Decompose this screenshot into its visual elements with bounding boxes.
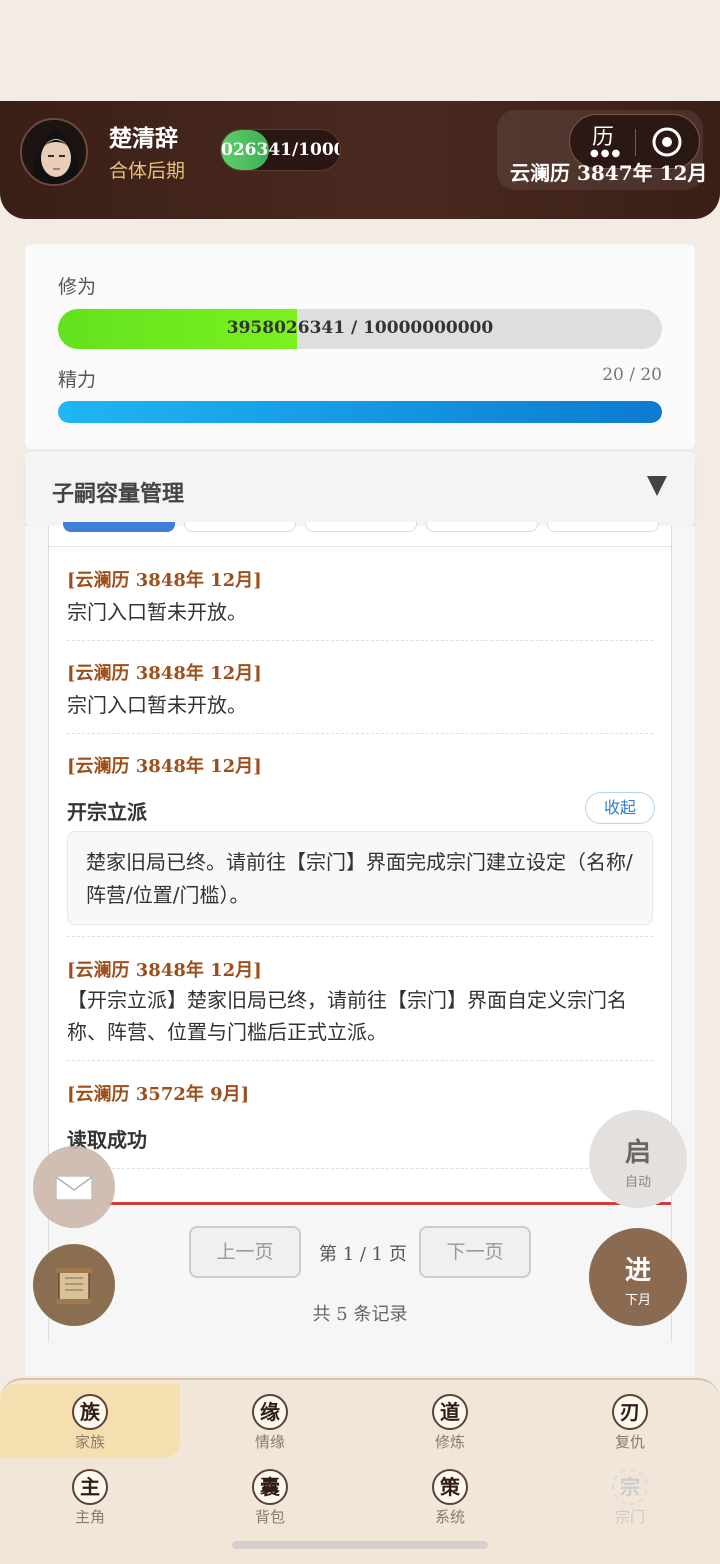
protagonist-icon: 主 <box>72 1469 108 1505</box>
red-divider <box>109 1202 671 1205</box>
cultivation-label: 修为 <box>58 276 97 298</box>
nav-item-protagonist[interactable]: 主 主角 <box>0 1459 180 1533</box>
bag-icon: 囊 <box>252 1469 288 1505</box>
auto-button-sublabel: 自动 <box>624 1175 651 1190</box>
pager: 上一页 第 1 / 1 页 下一页 共 5 条记录 <box>49 1206 671 1346</box>
cultivation-pill: 026341/1000000 <box>220 129 341 171</box>
nav-label: 主角 <box>74 1508 105 1526</box>
mail-button[interactable] <box>33 1146 115 1228</box>
calendar-icon: 历 <box>591 125 614 150</box>
log-entry: [云澜历 3848年 12月] 宗门入口暂未开放。 <box>67 566 653 628</box>
nav-label: 复仇 <box>614 1433 645 1451</box>
log-tab[interactable] <box>547 522 659 532</box>
nav-label: 系统 <box>434 1508 465 1526</box>
cultivation-bar-text: 3958026341 / 10000000000 <box>226 318 494 338</box>
strategy-icon: 策 <box>432 1469 468 1505</box>
triangle-down-icon[interactable] <box>647 476 667 496</box>
nav-label: 家族 <box>74 1433 105 1451</box>
nav-label: 修炼 <box>434 1433 465 1451</box>
page-info: 第 1 / 1 页 <box>319 1244 407 1265</box>
cultivate-icon: 道 <box>432 1394 468 1430</box>
bottom-nav: 族 家族 缘 情缘 道 修炼 刃 复仇 主 主角 囊 背包 策 系统 宗 宗门 <box>0 1378 720 1564</box>
log-entry: [云澜历 3848年 12月] 【开宗立派】楚家旧局已终，请前往【宗门】界面自定… <box>67 956 653 1048</box>
nav-item-bag[interactable]: 囊 背包 <box>180 1459 360 1533</box>
entry-divider <box>67 733 653 734</box>
log-tab[interactable] <box>426 522 538 532</box>
nav-label: 宗门 <box>614 1508 645 1526</box>
scroll-icon <box>56 1268 92 1304</box>
entry-divider <box>67 640 653 641</box>
entry-text: 宗门入口暂未开放。 <box>67 693 247 717</box>
auto-button-label: 启 <box>624 1138 651 1168</box>
player-header: 楚清辞 合体后期 026341/1000000 历 ●●● 云澜历 3847年 … <box>0 101 720 219</box>
energy-label: 精力 <box>58 369 97 391</box>
entry-date: [云澜历 3848年 12月] <box>67 960 262 981</box>
log-tab[interactable] <box>305 522 417 532</box>
entry-text: 【开宗立派】楚家旧局已终，请前往【宗门】界面自定义宗门名称、阵营、位置与门槛后正… <box>67 988 627 1044</box>
scroll-button[interactable] <box>33 1244 115 1326</box>
descendant-capacity-panel[interactable]: 子嗣容量管理 <box>25 452 695 526</box>
mail-icon <box>55 1175 93 1201</box>
target-icon <box>652 127 682 157</box>
entry-divider <box>67 1168 653 1169</box>
panel-title: 子嗣容量管理 <box>52 482 185 507</box>
close-target-button[interactable] <box>650 125 684 159</box>
player-avatar[interactable] <box>20 118 88 186</box>
nav-label: 背包 <box>254 1508 285 1526</box>
romance-icon: 缘 <box>252 1394 288 1430</box>
nav-item-family[interactable]: 族 家族 <box>0 1384 180 1458</box>
entry-date: [云澜历 3848年 12月] <box>67 570 262 591</box>
entry-date: [云澜历 3848年 12月] <box>67 756 262 777</box>
nav-item-sect[interactable]: 宗 宗门 <box>540 1459 720 1533</box>
event-log-list[interactable]: [云澜历 3848年 12月] 宗门入口暂未开放。 [云澜历 3848年 12月… <box>48 522 672 1346</box>
log-entry: [云澜历 3572年 9月] <box>67 1080 653 1106</box>
total-records: 共 5 条记录 <box>312 1304 408 1325</box>
log-tab[interactable] <box>63 522 175 532</box>
collapse-button[interactable]: 收起 <box>585 792 655 824</box>
entry-divider <box>67 1060 653 1061</box>
sect-icon: 宗 <box>612 1469 648 1505</box>
blade-icon: 刃 <box>612 1394 648 1430</box>
portrait-icon <box>22 120 86 184</box>
prev-page-button[interactable]: 上一页 <box>189 1226 301 1278</box>
nav-item-system[interactable]: 策 系统 <box>360 1459 540 1533</box>
nav-item-romance[interactable]: 缘 情缘 <box>180 1384 360 1458</box>
log-tabs <box>63 522 659 532</box>
nav-item-cultivate[interactable]: 道 修炼 <box>360 1384 540 1458</box>
tabs-divider <box>49 546 671 547</box>
next-month-sublabel: 下月 <box>624 1293 651 1308</box>
event-detail-text: 楚家旧局已终。请前往【宗门】界面完成宗门建立设定（名称/阵营/位置/门槛）。 <box>86 850 633 907</box>
entry-date: [云澜历 3848年 12月] <box>67 663 262 684</box>
cultivation-bar: 3958026341 / 10000000000 <box>58 309 662 349</box>
stats-card: 修为 3958026341 / 10000000000 精力 20 / 20 <box>25 244 695 449</box>
nav-label: 情缘 <box>254 1433 285 1451</box>
entry-text: 宗门入口暂未开放。 <box>67 600 247 624</box>
player-realm: 合体后期 <box>109 160 186 182</box>
event-title: 开宗立派 <box>67 800 147 824</box>
event-log-card: [云澜历 3848年 12月] 宗门入口暂未开放。 [云澜历 3848年 12月… <box>25 522 695 1376</box>
game-date: 云澜历 3847年 12月 <box>510 161 708 185</box>
energy-value: 20 / 20 <box>602 365 662 385</box>
auto-button[interactable]: 启 自动 <box>589 1110 687 1208</box>
capsule-divider <box>635 129 636 156</box>
nav-item-revenge[interactable]: 刃 复仇 <box>540 1384 720 1458</box>
next-month-label: 进 <box>624 1256 651 1286</box>
family-icon: 族 <box>72 1394 108 1430</box>
entry-date: [云澜历 3572年 9月] <box>67 1084 250 1105</box>
cultivation-pill-text: 026341/1000000 <box>221 140 340 160</box>
energy-bar <box>58 401 662 423</box>
log-entry: [云澜历 3848年 12月] <box>67 752 653 778</box>
event-detail-box: 楚家旧局已终。请前往【宗门】界面完成宗门建立设定（名称/阵营/位置/门槛）。 <box>67 831 653 925</box>
energy-bar-fill <box>58 401 662 423</box>
next-month-button[interactable]: 进 下月 <box>589 1228 687 1326</box>
player-name: 楚清辞 <box>109 126 178 152</box>
log-entry: [云澜历 3848年 12月] 宗门入口暂未开放。 <box>67 659 653 721</box>
entry-divider <box>67 936 653 937</box>
next-page-button[interactable]: 下一页 <box>419 1226 531 1278</box>
home-indicator <box>232 1541 488 1549</box>
log-tab[interactable] <box>184 522 296 532</box>
